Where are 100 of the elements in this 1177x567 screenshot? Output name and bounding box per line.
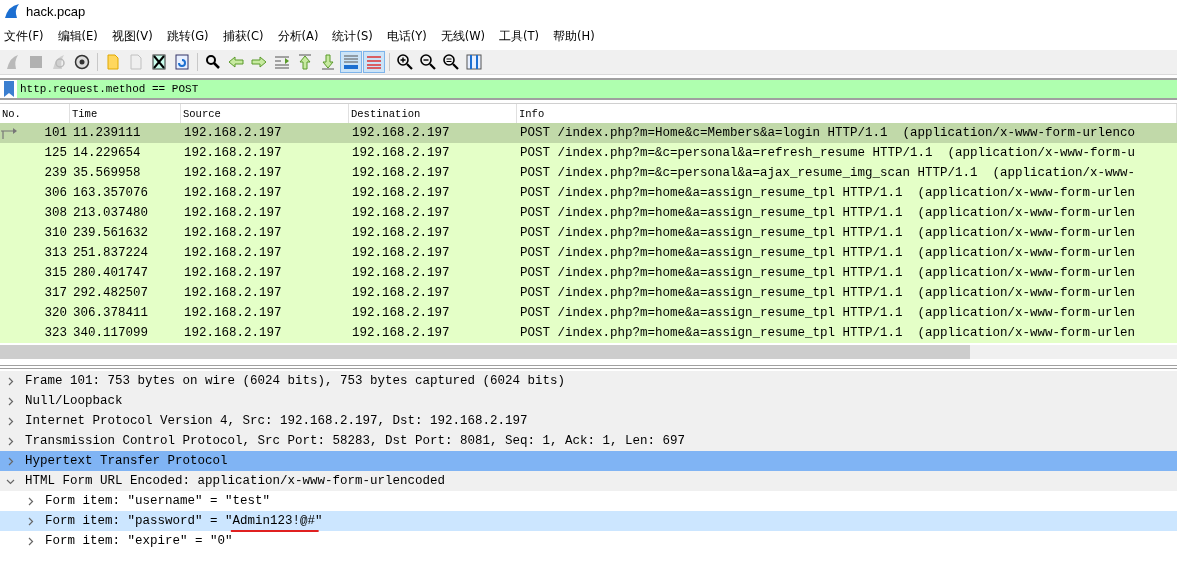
packet-row[interactable]: 239 35.569958 192.168.2.197 192.168.2.197 POST /index.php?m=&c=personal&a=ajax_resume_img_scan HTTP/1.1 (application/x-www- (0, 163, 1177, 183)
table-cell-text: 315 (44, 266, 68, 280)
packet-row[interactable]: 323 340.117099 192.168.2.197 192.168.2.197 POST /index.php?m=home&a=assign_resume_tpl HTTP/1.1 (application/x-www-form-urlen (0, 323, 1177, 343)
detail-text: Internet Protocol Version 4, Src: 192.168.2.197, Dst: 192.168.2.197 (25, 414, 528, 428)
table-cell-text: 292.482507 (72, 285, 149, 302)
table-cell-text: 101 (44, 126, 68, 140)
detail-row[interactable]: HTML Form URL Encoded: application/x-www-form-urlencoded (0, 471, 1177, 491)
table-cell-text: 213.037480 (72, 205, 149, 222)
list-scroll-icon (342, 53, 360, 71)
table-cell-text: 192.168.2.197 (183, 205, 283, 222)
packet-row[interactable]: 310 239.561632 192.168.2.197 192.168.2.197 POST /index.php?m=home&a=assign_resume_tpl HTTP/1.1 (application/x-www-form-urlen (0, 223, 1177, 243)
menu-item[interactable]: 电话(Y) (384, 28, 435, 44)
detail-text: Form item: "expire" = (45, 534, 204, 548)
packet-row[interactable]: 317 292.482507 192.168.2.197 192.168.2.197 POST /index.php?m=home&a=assign_resume_tpl HTTP/1.1 (application/x-www-form-urlen (0, 283, 1177, 303)
packet-row[interactable]: 313 251.837224 192.168.2.197 192.168.2.197 POST /index.php?m=home&a=assign_resume_tpl HTTP/1.1 (application/x-www-form-urlen (0, 243, 1177, 263)
packet-row[interactable]: 306 163.357076 192.168.2.197 192.168.2.197 POST /index.php?m=home&a=assign_resume_tpl HTTP/1.1 (application/x-www-form-urlen (0, 183, 1177, 203)
table-cell-text: 310 (44, 226, 68, 240)
detail-row[interactable]: Hypertext Transfer Protocol (0, 451, 1177, 471)
search-icon (204, 53, 222, 71)
table-cell-text: 239.561632 (72, 225, 149, 242)
table-cell-text: 280.401747 (72, 265, 149, 282)
packet-row[interactable]: 315 280.401747 192.168.2.197 192.168.2.197 POST /index.php?m=home&a=assign_resume_tpl HTTP/1.1 (application/x-www-form-urlen (0, 263, 1177, 283)
table-cell-text: 306.378411 (72, 305, 149, 322)
menu-item[interactable]: 帮助(H) (551, 28, 603, 44)
table-cell-text: 192.168.2.197 (183, 145, 283, 162)
packet-row[interactable]: 308 213.037480 192.168.2.197 192.168.2.197 POST /index.php?m=home&a=assign_resume_tpl HTTP/1.1 (application/x-www-form-urlen (0, 203, 1177, 223)
packet-row[interactable]: 320 306.378411 192.168.2.197 192.168.2.197 POST /index.php?m=home&a=assign_resume_tpl HTTP/1.1 (application/x-www-form-urlen (0, 303, 1177, 323)
table-cell-text: 340.117099 (72, 325, 149, 342)
detail-text: Hypertext Transfer Protocol (25, 454, 228, 468)
file-icon (127, 53, 145, 71)
reload-icon (173, 53, 191, 71)
menu-item[interactable]: 编辑(E) (55, 28, 106, 44)
detail-row[interactable]: Internet Protocol Version 4, Src: 192.168.2.197, Dst: 192.168.2.197 (0, 411, 1177, 431)
detail-row[interactable]: Null/Loopback (0, 391, 1177, 411)
menu-item[interactable]: 无线(W) (438, 28, 494, 44)
table-cell-text: 306 (44, 186, 68, 200)
menu-item[interactable]: 统计(S) (330, 28, 381, 44)
goto-icon (273, 53, 291, 71)
resize-columns-icon (465, 53, 483, 71)
table-cell-text: 323 (44, 326, 68, 340)
detail-value: "0" (210, 534, 233, 548)
detail-text: Form item: "username" = (45, 494, 219, 508)
colored-lines-icon (365, 53, 383, 71)
request-arrow-icon (0, 127, 18, 139)
detail-text: Transmission Control Protocol, Src Port: 58283, Dst Port: 8081, Seq: 1, Ack: 1, Len: 697 (25, 434, 686, 448)
table-cell-text: 192.168.2.197 (351, 145, 451, 162)
table-cell-text: 308 (44, 206, 68, 220)
bookmark-icon[interactable] (3, 81, 15, 97)
menu-item[interactable]: 工具(T) (497, 28, 548, 44)
scrollbar-thumb[interactable] (0, 345, 970, 359)
detail-row[interactable]: Form item: "password" = "Admin123!@#" (0, 511, 1177, 531)
menu-item[interactable]: 视图(V) (109, 28, 161, 44)
table-cell-text: POST /index.php?m=&c=personal&a=refresh_resume HTTP/1.1 (application/x-www-form-u (519, 145, 1137, 162)
restart-icon (50, 53, 68, 71)
table-cell-text: 239 (44, 166, 68, 180)
table-cell-text: 192.168.2.197 (351, 245, 451, 262)
packet-row[interactable]: 101 11.239111 192.168.2.197 192.168.2.197 POST /index.php?m=Home&c=Members&a=login HTTP/1.1 (application/x-www-form-urlenco (0, 123, 1177, 143)
packet-row[interactable]: 125 14.229654 192.168.2.197 192.168.2.197 POST /index.php?m=&c=personal&a=refresh_resume HTTP/1.1 (application/x-www-form-u (0, 143, 1177, 163)
zoom-reset-icon (442, 53, 460, 71)
menu-item[interactable]: 跳转(G) (164, 28, 217, 44)
fin-logo-icon (4, 3, 20, 19)
detail-text: HTML Form URL Encoded: application/x-www-form-urlencoded (25, 474, 446, 488)
table-cell-text: 192.168.2.197 (351, 305, 451, 322)
table-cell-text: 317 (44, 286, 68, 300)
down-arrow-icon (319, 53, 337, 71)
detail-row[interactable]: Transmission Control Protocol, Src Port: 58283, Dst Port: 8081, Seq: 1, Ack: 1, Len: 697 (0, 431, 1177, 451)
display-filter-field[interactable]: http.request.method == POST (17, 80, 1177, 98)
table-cell-text: POST /index.php?m=Home&c=Members&a=login HTTP/1.1 (application/x-www-form-urlenco (519, 125, 1137, 142)
table-cell-text: 192.168.2.197 (351, 185, 451, 202)
table-cell-text: 192.168.2.197 (183, 285, 283, 302)
table-cell-text: 192.168.2.197 (351, 325, 451, 342)
table-cell-text: 192.168.2.197 (351, 205, 451, 222)
table-cell-text: POST /index.php?m=home&a=assign_resume_tpl HTTP/1.1 (application/x-www-form-urlen (519, 305, 1137, 322)
menu-item[interactable]: 分析(A) (275, 28, 327, 44)
table-cell-text: 192.168.2.197 (183, 325, 283, 342)
detail-row[interactable]: Frame 101: 753 bytes on wire (6024 bits), 753 bytes captured (6024 bits) (0, 371, 1177, 391)
menu-item[interactable]: 文件(F) (2, 28, 52, 44)
table-cell-text: 192.168.2.197 (351, 225, 451, 242)
table-cell-text: 192.168.2.197 (183, 225, 283, 242)
menu-item[interactable]: 捕获(C) (220, 28, 272, 44)
table-cell-text: POST /index.php?m=home&a=assign_resume_tpl HTTP/1.1 (application/x-www-form-urlen (519, 245, 1137, 262)
stop-icon (27, 53, 45, 71)
table-cell-text: 192.168.2.197 (183, 185, 283, 202)
table-cell-text: 163.357076 (72, 185, 149, 202)
gear-icon (73, 53, 91, 71)
table-cell-text: 192.168.2.197 (183, 245, 283, 262)
table-cell-text: 125 (44, 146, 68, 160)
table-cell-text: POST /index.php?m=home&a=assign_resume_tpl HTTP/1.1 (application/x-www-form-urlen (519, 325, 1137, 342)
table-cell-text: POST /index.php?m=home&a=assign_resume_tpl HTTP/1.1 (application/x-www-form-urlen (519, 285, 1137, 302)
up-arrow-icon (296, 53, 314, 71)
table-cell-text: POST /index.php?m=&c=personal&a=ajax_resume_img_scan HTTP/1.1 (application/x-www- (519, 165, 1137, 182)
table-cell-text: 192.168.2.197 (351, 125, 451, 142)
table-cell-text: POST /index.php?m=home&a=assign_resume_tpl HTTP/1.1 (application/x-www-form-urlen (519, 225, 1137, 242)
right-arrow-icon (250, 53, 268, 71)
window-title: hack.pcap (26, 3, 86, 19)
close-icon (150, 53, 168, 71)
table-cell-text: 192.168.2.197 (183, 165, 283, 182)
table-cell-text: 192.168.2.197 (351, 165, 451, 182)
table-cell-text: 192.168.2.197 (183, 125, 283, 142)
left-arrow-icon (227, 53, 245, 71)
